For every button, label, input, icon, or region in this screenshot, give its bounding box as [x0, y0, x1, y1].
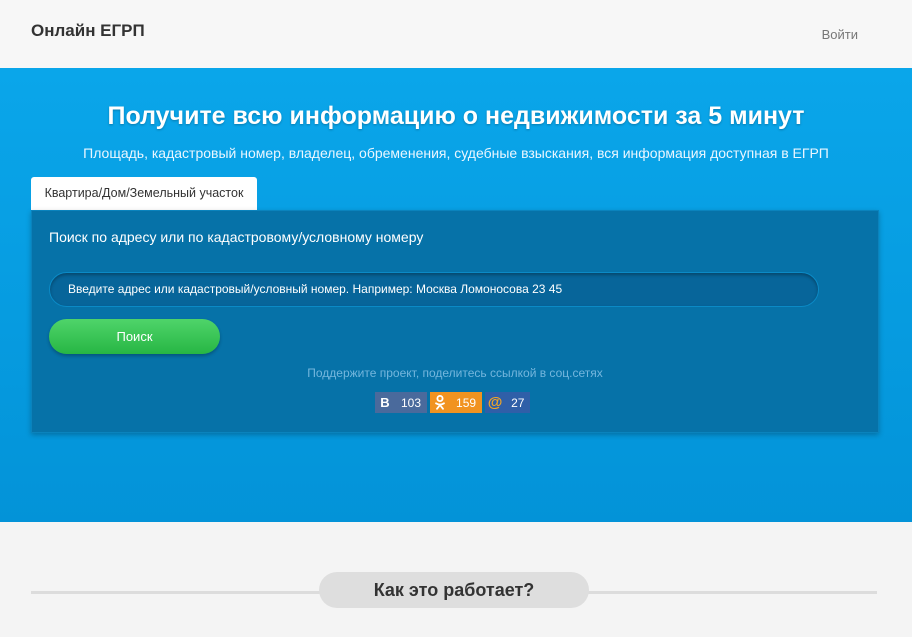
share-odnoklassniki-button[interactable]: 159	[430, 392, 483, 413]
search-panel: Поиск по адресу или по кадастровому/усло…	[31, 210, 879, 433]
share-mail-button[interactable]: @ 27	[485, 392, 531, 413]
mail-ru-icon: @	[487, 394, 503, 411]
share-prompt: Поддержите проект, поделитесь ссылкой в …	[307, 366, 603, 380]
search-button[interactable]: Поиск	[49, 319, 220, 354]
share-buttons: В 103 159 @ 27	[375, 392, 531, 413]
navbar: Онлайн ЕГРП Войти	[0, 0, 912, 69]
hero-title: Получите всю информацию о недвижимости з…	[107, 102, 805, 130]
share-mail-count: 27	[511, 395, 525, 410]
vk-icon: В	[380, 395, 390, 410]
how-it-works-title: Как это работает?	[319, 572, 589, 608]
how-it-works-section: Как это работает?	[0, 522, 912, 637]
login-link[interactable]: Войти	[822, 27, 858, 42]
brand-logo[interactable]: Онлайн ЕГРП	[31, 21, 145, 41]
hero-section: Получите всю информацию о недвижимости з…	[0, 68, 912, 522]
tab-property[interactable]: Квартира/Дом/Земельный участок	[31, 177, 257, 210]
hero-subtitle: Площадь, кадастровый номер, владелец, об…	[83, 145, 829, 161]
share-vk-button[interactable]: В 103	[375, 392, 428, 413]
share-odnoklassniki-count: 159	[456, 395, 477, 410]
share-vk-count: 103	[401, 395, 422, 410]
search-input[interactable]	[49, 272, 819, 307]
search-panel-title: Поиск по адресу или по кадастровому/усло…	[49, 229, 424, 245]
odnoklassniki-icon	[430, 392, 450, 413]
